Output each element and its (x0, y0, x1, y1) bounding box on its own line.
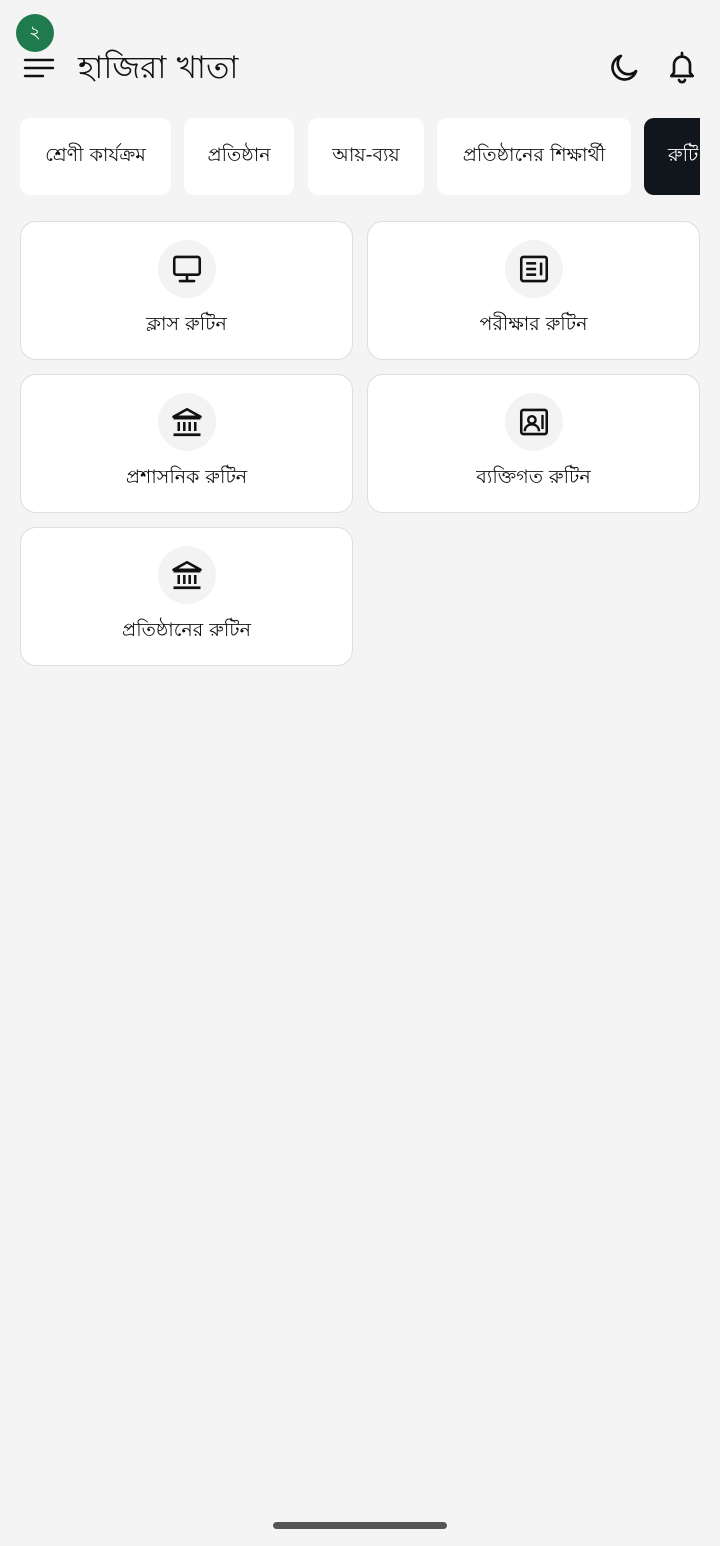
monitor-icon (172, 255, 201, 283)
category-tabs: শ্রেণী কার্যক্রম প্রতিষ্ঠান আয়-ব্যয় প্… (0, 118, 700, 196)
card-label: প্রশাসনিক রুটিন (125, 466, 248, 488)
tab-income-expense[interactable]: আয়-ব্যয় (308, 118, 424, 195)
institution-icon (171, 560, 202, 590)
card-label: ব্যক্তিগত রুটিন (476, 466, 591, 488)
tab-institution[interactable]: প্রতিষ্ঠান (184, 118, 294, 195)
card-icon-circle (157, 393, 216, 451)
id-card-icon (519, 408, 548, 436)
menu-button[interactable] (22, 54, 56, 82)
institution-icon (171, 407, 202, 437)
home-indicator[interactable] (273, 1522, 447, 1529)
menu-icon (23, 58, 55, 78)
administrative-routine-card[interactable]: প্রশাসনিক রুটিন (20, 374, 353, 513)
bell-icon (670, 51, 694, 84)
card-label: প্রতিষ্ঠানের রুটিন (122, 619, 251, 641)
tab-class-activities[interactable]: শ্রেণী কার্যক্রম (20, 118, 171, 195)
card-icon-circle (504, 240, 563, 298)
personal-routine-card[interactable]: ব্যক্তিগত রুটিন (367, 374, 700, 513)
notification-count-badge: ২ (16, 14, 54, 52)
dark-mode-button[interactable] (606, 50, 642, 86)
card-icon-circle (157, 240, 216, 298)
card-icon-circle (157, 546, 216, 604)
top-app-bar: ২ হাজিরা খাতা (0, 0, 720, 110)
card-icon-circle (504, 393, 563, 451)
app-screen: ২ হাজিরা খাতা শ্রেণী কার্যক্রম প্রতিষ্ঠা… (0, 0, 720, 1546)
moon-icon (611, 54, 638, 81)
tab-institution-students[interactable]: প্রতিষ্ঠানের শিক্ষার্থী (437, 118, 631, 195)
institution-routine-card[interactable]: প্রতিষ্ঠানের রুটিন (20, 527, 353, 666)
app-title: হাজিরা খাতা (78, 50, 239, 86)
card-label: পরীক্ষার রুটিন (479, 313, 588, 335)
exam-routine-card[interactable]: পরীক্ষার রুটিন (367, 221, 700, 360)
newspaper-icon (519, 255, 548, 283)
class-routine-card[interactable]: ক্লাস রুটিন (20, 221, 353, 360)
tab-routine[interactable]: রুটি (644, 118, 700, 195)
notifications-button[interactable] (664, 50, 700, 86)
card-label: ক্লাস রুটিন (146, 313, 227, 335)
